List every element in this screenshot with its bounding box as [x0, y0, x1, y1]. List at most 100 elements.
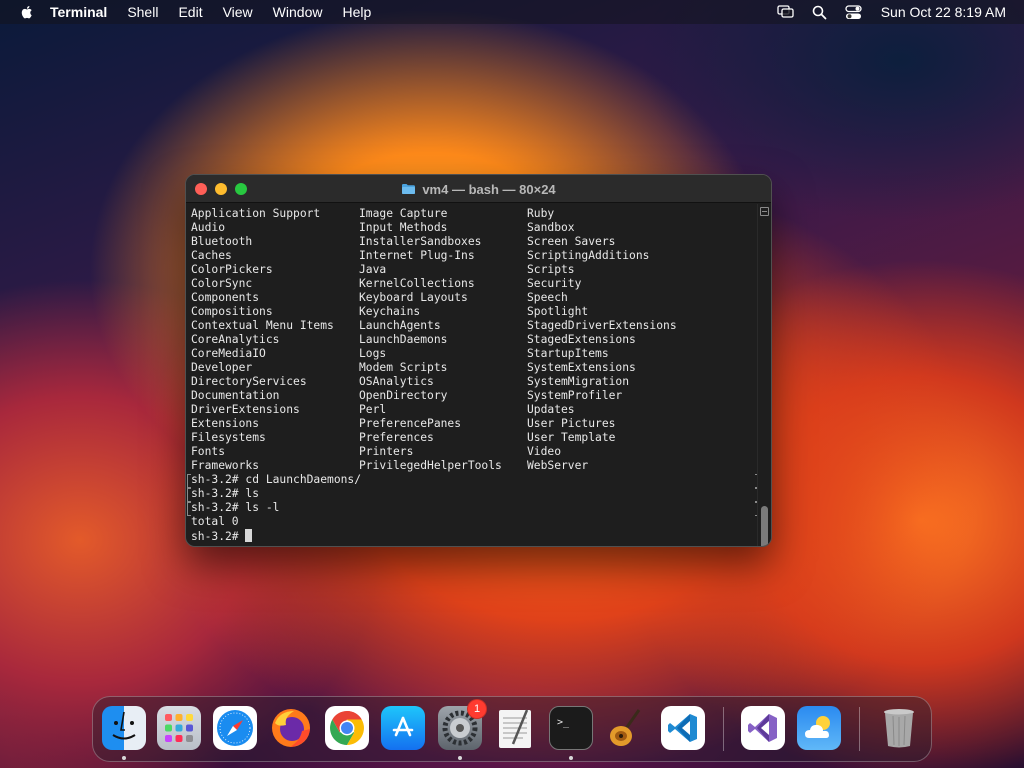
ls-row: Documentation OpenDirectory SystemProfiler [191, 389, 757, 403]
ls-entry: SystemProfiler [527, 389, 623, 402]
notification-badge: 1 [467, 699, 487, 719]
ls-entry: DriverExtensions [191, 403, 300, 416]
menu-window[interactable]: Window [273, 4, 323, 20]
running-indicator [458, 756, 462, 760]
ls-entry: Spotlight [527, 305, 589, 318]
ls-entry: StartupItems [527, 347, 609, 360]
command-line: sh-3.2# ls -l [187, 501, 759, 516]
ls-row: CoreMediaIO Logs StartupItems [191, 347, 757, 361]
dock-separator [859, 707, 860, 751]
ls-entry: Perl [359, 403, 387, 416]
ls-entry: Application Support [191, 207, 321, 220]
vscode-icon[interactable] [661, 706, 705, 750]
ls-row: ColorPickers Java Scripts [191, 263, 757, 277]
ls-entry: CoreAnalytics [191, 333, 280, 346]
menu-bar: Terminal Shell Edit View Window Help Sun… [0, 0, 1024, 24]
ls-entry: InstallerSandboxes [359, 235, 482, 248]
minimize-button[interactable] [215, 182, 227, 195]
weather-icon[interactable] [797, 706, 841, 750]
ls-entry: StagedDriverExtensions [527, 319, 677, 332]
ls-entry: PrivilegedHelperTools [359, 459, 502, 472]
ls-entry: DirectoryServices [191, 375, 307, 388]
menu-app-name[interactable]: Terminal [50, 4, 107, 20]
ls-row: Compositions Keychains Spotlight [191, 305, 757, 319]
scrollbar-thumb[interactable] [761, 506, 768, 546]
screen-mirroring-icon[interactable] [777, 3, 795, 21]
ls-entry: ColorSync [191, 277, 253, 290]
ls-entry: Preferences [359, 431, 434, 444]
finder-icon[interactable] [102, 706, 146, 750]
menu-clock[interactable]: Sun Oct 22 8:19 AM [881, 4, 1006, 20]
apple-menu-icon[interactable] [18, 3, 36, 21]
ls-entry: PreferencePanes [359, 417, 462, 430]
ls-row: Fonts Printers Video [191, 445, 757, 459]
terminal-output[interactable]: Application Support Image Capture Ruby Audi… [186, 204, 759, 546]
command-line: sh-3.2# cd LaunchDaemons/ [187, 473, 759, 488]
app-store-icon[interactable] [381, 706, 425, 750]
dock-separator [723, 707, 724, 751]
terminal-icon[interactable]: >_ [549, 706, 593, 750]
ls-entry: Documentation [191, 389, 280, 402]
ls-entry: Frameworks [191, 459, 260, 472]
ls-row: Contextual Menu Items LaunchAgents StagedD… [191, 319, 757, 333]
zoom-button[interactable] [235, 182, 247, 195]
ls-entry: ScriptingAdditions [527, 249, 650, 262]
prompt: sh-3.2# [191, 530, 246, 543]
ls-entry: Video [527, 445, 562, 458]
launchpad-icon[interactable] [157, 706, 201, 750]
ls-row: Developer Modem Scripts SystemExtensions [191, 361, 757, 375]
prompt-line[interactable]: sh-3.2# [191, 529, 757, 543]
ls-row: Caches Internet Plug-Ins ScriptingAddition… [191, 249, 757, 263]
ls-entry: LaunchDaemons [359, 333, 448, 346]
ls-entry: Security [527, 277, 582, 290]
menu-edit[interactable]: Edit [178, 4, 202, 20]
ls-entry: Internet Plug-Ins [359, 249, 475, 262]
menu-help[interactable]: Help [342, 4, 371, 20]
chrome-icon[interactable] [325, 706, 369, 750]
ls-entry: Bluetooth [191, 235, 253, 248]
ls-entry: Speech [527, 291, 568, 304]
ls-row: Extensions PreferencePanes User Pictures [191, 417, 757, 431]
ls-row: Frameworks PrivilegedHelperTools WebServer [191, 459, 757, 473]
ls-entry: LaunchAgents [359, 319, 441, 332]
textedit-icon[interactable] [493, 706, 537, 750]
control-center-icon[interactable] [845, 3, 863, 21]
ls-entry: WebServer [527, 459, 589, 472]
menu-view[interactable]: View [223, 4, 253, 20]
ls-entry: Image Capture [359, 207, 448, 220]
firefox-icon[interactable] [269, 706, 313, 750]
dock: 1 >_ [92, 696, 932, 762]
ls-entry: ColorPickers [191, 263, 273, 276]
ls-entry: Keychains [359, 305, 421, 318]
ls-entry: Compositions [191, 305, 273, 318]
ls-row: Filesystems Preferences User Template [191, 431, 757, 445]
window-title: vm4 — bash — 80×24 [186, 175, 771, 203]
ls-row: Bluetooth InstallerSandboxes Screen Savers [191, 235, 757, 249]
title-bar[interactable]: vm4 — bash — 80×24 [186, 175, 771, 203]
ls-entry: Fonts [191, 445, 226, 458]
close-button[interactable] [195, 182, 207, 195]
scroll-marks-icon[interactable] [760, 207, 769, 216]
ls-entry: SystemExtensions [527, 361, 636, 374]
svg-text:>_: >_ [557, 717, 570, 728]
vertical-scrollbar[interactable] [757, 204, 771, 546]
ls-entry: OSAnalytics [359, 375, 434, 388]
visual-studio-icon[interactable] [741, 706, 785, 750]
ls-row: DriverExtensions Perl Updates [191, 403, 757, 417]
trash-icon[interactable] [877, 706, 921, 750]
ls-entry: Sandbox [527, 221, 575, 234]
ls-entry: User Template [527, 431, 616, 444]
safari-icon[interactable] [213, 706, 257, 750]
ls-listing: Application Support Image Capture Ruby Audi… [191, 207, 757, 473]
ls-entry: Scripts [527, 263, 575, 276]
ls-entry: Java [359, 263, 387, 276]
ls-entry: Updates [527, 403, 575, 416]
ls-entry: Modem Scripts [359, 361, 448, 374]
garageband-icon[interactable] [605, 706, 649, 750]
ls-entry: Contextual Menu Items [191, 319, 334, 332]
ls-row: Application Support Image Capture Ruby [191, 207, 757, 221]
menu-shell[interactable]: Shell [127, 4, 158, 20]
spotlight-search-icon[interactable] [811, 3, 829, 21]
terminal-window[interactable]: vm4 — bash — 80×24 Application Support Im… [185, 174, 772, 547]
ls-entry: Screen Savers [527, 235, 616, 248]
